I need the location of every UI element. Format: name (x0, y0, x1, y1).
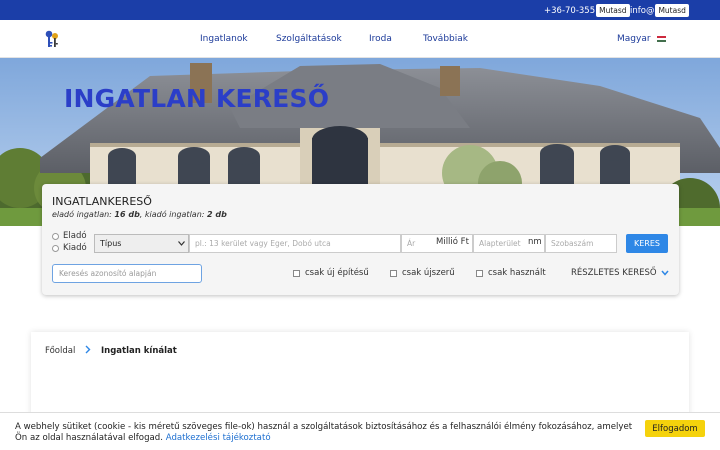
checkbox-used-box[interactable] (476, 269, 483, 277)
nav-ingatlanok[interactable]: Ingatlanok (200, 34, 248, 44)
breadcrumb-home[interactable]: Főoldal (45, 346, 75, 356)
checkbox-used-label: csak használt (488, 268, 546, 278)
checkbox-new-build-label: csak új építésű (305, 268, 369, 278)
property-search-panel: INGATLANKERESŐ eladó ingatlan: 16 db, ki… (42, 184, 679, 295)
chevron-down-icon (178, 241, 185, 246)
location-placeholder: pl.: 13 kerület vagy Eger, Dobó utca (195, 239, 331, 248)
show-phone-button[interactable]: Mutasd (596, 4, 630, 17)
cookie-text: A webhely sütiket (cookie - kis méretű s… (15, 422, 633, 443)
location-input[interactable]: pl.: 13 kerület vagy Eger, Dobó utca (189, 234, 401, 253)
radio-sale-label: Eladó (63, 231, 87, 241)
main-navigation: Ingatlanok Szolgáltatások Iroda Továbbia… (0, 20, 720, 58)
checkbox-new-build-box[interactable] (293, 269, 300, 277)
radio-sale[interactable]: Eladó (52, 231, 87, 241)
id-search-input[interactable]: Keresés azonosító alapján (52, 264, 202, 283)
email-contact: info@ Mutasd (630, 4, 689, 17)
nav-iroda[interactable]: Iroda (369, 34, 392, 44)
checkbox-like-new-box[interactable] (390, 269, 397, 277)
cookie-message: A webhely sütiket (cookie - kis méretű s… (15, 422, 635, 444)
keys-logo-icon[interactable] (44, 30, 60, 48)
top-contact-bar: +36-70-355 Mutasd info@ Mutasd (0, 0, 720, 20)
radio-sale-circle[interactable] (52, 232, 59, 240)
search-button[interactable]: KERES (626, 234, 668, 253)
area-placeholder: Alapterület (479, 239, 521, 248)
sale-count: 16 db (114, 210, 140, 219)
price-placeholder: Ár (407, 239, 416, 248)
email-address: info@ (630, 5, 655, 16)
detailed-search-label: RÉSZLETES KERESŐ (571, 268, 657, 278)
hungarian-flag-icon (656, 36, 666, 42)
rent-count-label: , kiadó ingatlan: (139, 210, 205, 219)
phone-number: +36-70-355 (544, 5, 596, 16)
chevron-down-icon (661, 270, 669, 276)
cookie-consent-bar: A webhely sütiket (cookie - kis méretű s… (0, 412, 720, 450)
listing-counts: eladó ingatlan: 16 db, kiadó ingatlan: 2… (52, 210, 227, 219)
checkbox-like-new-label: csak újszerű (402, 268, 455, 278)
rent-count: 2 db (207, 210, 227, 219)
sale-count-label: eladó ingatlan: (52, 210, 112, 219)
show-email-button[interactable]: Mutasd (655, 4, 689, 17)
nav-szolgaltatasok[interactable]: Szolgáltatások (276, 34, 342, 44)
hero-title: INGATLAN KERESŐ (64, 84, 330, 113)
phone-contact: +36-70-355 Mutasd (544, 4, 630, 17)
type-select-value: Típus (100, 239, 122, 248)
id-search-placeholder: Keresés azonosító alapján (59, 269, 157, 278)
price-unit: Millió Ft (436, 237, 469, 247)
cookie-accept-button[interactable]: Elfogadom (645, 420, 705, 437)
detailed-search-toggle[interactable]: RÉSZLETES KERESŐ (571, 268, 669, 278)
language-label: Magyar (617, 34, 651, 44)
privacy-policy-link[interactable]: Adatkezelési tájékoztató (166, 433, 271, 443)
checkbox-used[interactable]: csak használt (476, 268, 546, 278)
radio-rent-circle[interactable] (52, 244, 59, 252)
radio-rent-label: Kiadó (63, 243, 87, 253)
nav-tovabbiak[interactable]: Továbbiak (423, 34, 468, 44)
breadcrumb-current: Ingatlan kínálat (101, 346, 177, 356)
rooms-input[interactable]: Szobaszám (545, 234, 617, 253)
search-panel-title: INGATLANKERESŐ (52, 195, 152, 208)
rooms-placeholder: Szobaszám (551, 239, 594, 248)
language-selector[interactable]: Magyar (617, 34, 666, 44)
chevron-right-icon (85, 345, 91, 354)
radio-rent[interactable]: Kiadó (52, 243, 87, 253)
checkbox-like-new[interactable]: csak újszerű (390, 268, 455, 278)
area-unit: nm (528, 237, 542, 247)
type-select[interactable]: Típus (94, 234, 189, 253)
checkbox-new-build[interactable]: csak új építésű (293, 268, 369, 278)
